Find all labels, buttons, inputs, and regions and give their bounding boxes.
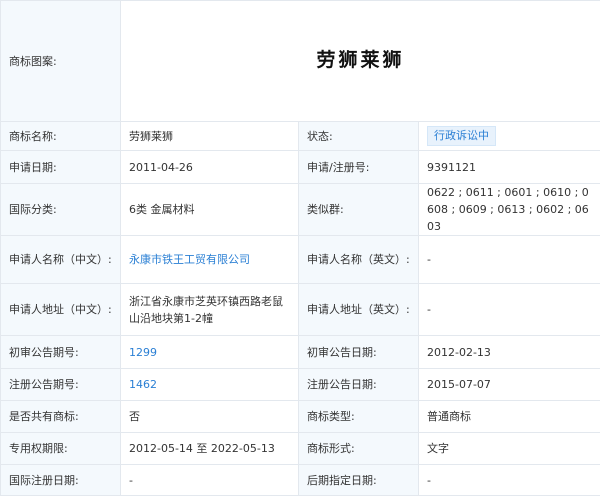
applicant-name-en-value: - (419, 236, 600, 284)
applicant-address-en-label: 申请人地址（英文）: (299, 284, 419, 336)
table-row: 初审公告期号: 1299 初审公告日期: 2012-02-13 (1, 336, 600, 369)
table-row: 专用权期限: 2012-05-14 至 2022-05-13 商标形式: 文字 (1, 433, 600, 465)
table-row: 国际注册日期: - 后期指定日期: - (1, 465, 600, 496)
preliminary-announcement-date-value: 2012-02-13 (419, 336, 600, 369)
preliminary-announcement-issue-link[interactable]: 1299 (129, 346, 157, 359)
table-row: 申请人地址（中文）: 浙江省永康市芝英环镇西路老鼠山沿地块第1-2幢 申请人地址… (1, 284, 600, 336)
preliminary-announcement-date-label: 初审公告日期: (299, 336, 419, 369)
international-registration-date-value: - (121, 465, 299, 496)
international-class-value: 6类 金属材料 (121, 184, 299, 236)
table-row: 是否共有商标: 否 商标类型: 普通商标 (1, 401, 600, 433)
trademark-form-label: 商标形式: (299, 433, 419, 465)
applicant-address-cn-value: 浙江省永康市芝英环镇西路老鼠山沿地块第1-2幢 (121, 284, 299, 336)
shared-trademark-label: 是否共有商标: (1, 401, 121, 433)
applicant-address-cn-label: 申请人地址（中文）: (1, 284, 121, 336)
similar-group-label: 类似群: (299, 184, 419, 236)
trademark-image-row: 商标图案: 劳狮莱狮 (1, 1, 600, 122)
table-row: 申请日期: 2011-04-26 申请/注册号: 9391121 (1, 151, 600, 184)
subsequent-designation-date-label: 后期指定日期: (299, 465, 419, 496)
table-row: 商标名称: 劳狮莱狮 状态: 行政诉讼中 (1, 122, 600, 151)
registration-number-value: 9391121 (419, 151, 600, 184)
status-label: 状态: (299, 122, 419, 151)
trademark-form-value: 文字 (419, 433, 600, 465)
applicant-name-cn-label: 申请人名称（中文）: (1, 236, 121, 284)
registration-announcement-issue-label: 注册公告期号: (1, 369, 121, 401)
exclusive-right-period-label: 专用权期限: (1, 433, 121, 465)
trademark-type-value: 普通商标 (419, 401, 600, 433)
trademark-logo-image: 劳狮莱狮 (317, 49, 405, 71)
applicant-name-cn-link[interactable]: 永康市铁王工贸有限公司 (129, 253, 250, 266)
registration-announcement-issue-link[interactable]: 1462 (129, 378, 157, 391)
registration-number-label: 申请/注册号: (299, 151, 419, 184)
shared-trademark-value: 否 (121, 401, 299, 433)
trademark-type-label: 商标类型: (299, 401, 419, 433)
registration-announcement-date-value: 2015-07-07 (419, 369, 600, 401)
applicant-address-en-value: - (419, 284, 600, 336)
application-date-value: 2011-04-26 (121, 151, 299, 184)
registration-announcement-date-label: 注册公告日期: (299, 369, 419, 401)
table-row: 注册公告期号: 1462 注册公告日期: 2015-07-07 (1, 369, 600, 401)
trademark-name-label: 商标名称: (1, 122, 121, 151)
trademark-image-label: 商标图案: (1, 1, 121, 122)
applicant-name-en-label: 申请人名称（英文）: (299, 236, 419, 284)
table-row: 国际分类: 6类 金属材料 类似群: 0622 ; 0611 ; 0601 ; … (1, 184, 600, 236)
trademark-image-cell: 劳狮莱狮 (121, 1, 600, 122)
table-row: 申请人名称（中文）: 永康市铁王工贸有限公司 申请人名称（英文）: - (1, 236, 600, 284)
international-class-label: 国际分类: (1, 184, 121, 236)
international-registration-date-label: 国际注册日期: (1, 465, 121, 496)
status-badge[interactable]: 行政诉讼中 (427, 126, 496, 146)
exclusive-right-period-value: 2012-05-14 至 2022-05-13 (121, 433, 299, 465)
similar-group-value: 0622 ; 0611 ; 0601 ; 0610 ; 0608 ; 0609 … (419, 184, 600, 236)
application-date-label: 申请日期: (1, 151, 121, 184)
trademark-info-table: 商标图案: 劳狮莱狮 商标名称: 劳狮莱狮 状态: 行政诉讼中 申请日期: 20… (0, 0, 600, 496)
trademark-name-value: 劳狮莱狮 (121, 122, 299, 151)
subsequent-designation-date-value: - (419, 465, 600, 496)
preliminary-announcement-issue-label: 初审公告期号: (1, 336, 121, 369)
